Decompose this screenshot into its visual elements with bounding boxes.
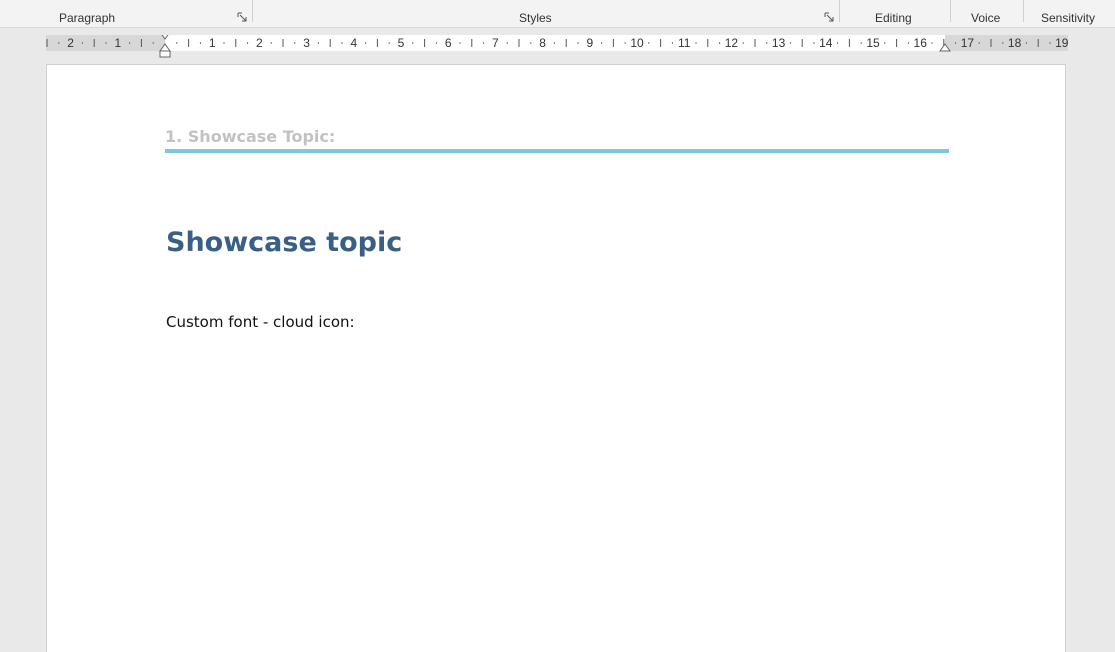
body-paragraph[interactable]: Custom font - cloud icon: [166,313,355,331]
document-heading[interactable]: Showcase topic [166,227,402,258]
voice-group: Voice [951,0,1023,28]
editing-group: Editing [840,0,950,28]
styles-group: Styles [253,0,839,28]
ruler-number: 12 [725,36,739,50]
left-indent-marker[interactable] [159,50,171,58]
paragraph-group-label: Paragraph [59,11,116,25]
ruler-number: 16 [914,36,928,50]
editing-group-label: Editing [875,11,912,25]
voice-group-label: Voice [971,11,1001,25]
document-page[interactable]: 1. Showcase Topic: Showcase topic Custom… [46,64,1066,652]
ruler-number: 6 [445,36,452,50]
paragraph-group: Paragraph [0,0,252,28]
ruler-number: 2 [67,36,74,50]
sensitivity-group: Sensitivity [1024,0,1115,28]
ruler-number: 5 [398,36,405,50]
ruler-number: 3 [303,36,310,50]
ruler-number: 11 [678,36,691,50]
ruler-number: 10 [630,36,644,50]
ruler-number: 4 [350,36,357,50]
first-line-indent-marker[interactable] [160,35,170,40]
sensitivity-group-label: Sensitivity [1041,11,1096,25]
ruler-number: 15 [866,36,880,50]
ruler-number: 7 [492,36,499,50]
header-divider-line [165,149,949,153]
right-indent-marker[interactable] [939,43,951,52]
paragraph-dialog-launcher-icon[interactable] [237,12,247,22]
hanging-indent-marker[interactable] [159,43,171,52]
horizontal-ruler[interactable]: 2 1 1 2 3 4 5 6 7 8 9 10 11 12 13 14 15 16 17 18 19 [46,35,1068,58]
ruler-number: 8 [539,36,546,50]
ruler-scale: 2 1 1 2 3 4 5 6 7 8 9 10 11 12 13 14 15 16 17 18 19 [46,35,1068,58]
ruler-number: 19 [1055,36,1068,50]
ruler-number: 9 [586,36,593,50]
ruler-number: 1 [209,36,216,50]
ruler-number: 17 [961,36,975,50]
page-header-text[interactable]: 1. Showcase Topic: [165,127,335,146]
ruler-number: 2 [256,36,263,50]
ruler-number: 13 [772,36,786,50]
styles-group-label: Styles [519,11,552,25]
styles-dialog-launcher-icon[interactable] [824,12,834,22]
horizontal-ruler-area: 2 1 1 2 3 4 5 6 7 8 9 10 11 12 13 14 15 16 17 18 19 [0,28,1115,64]
ruler-number: 18 [1008,36,1022,50]
ribbon-group-labels: Paragraph Styles Editing Voice Sensitivi… [0,0,1115,28]
ruler-number: 1 [114,36,121,50]
ruler-number: 14 [819,36,833,50]
